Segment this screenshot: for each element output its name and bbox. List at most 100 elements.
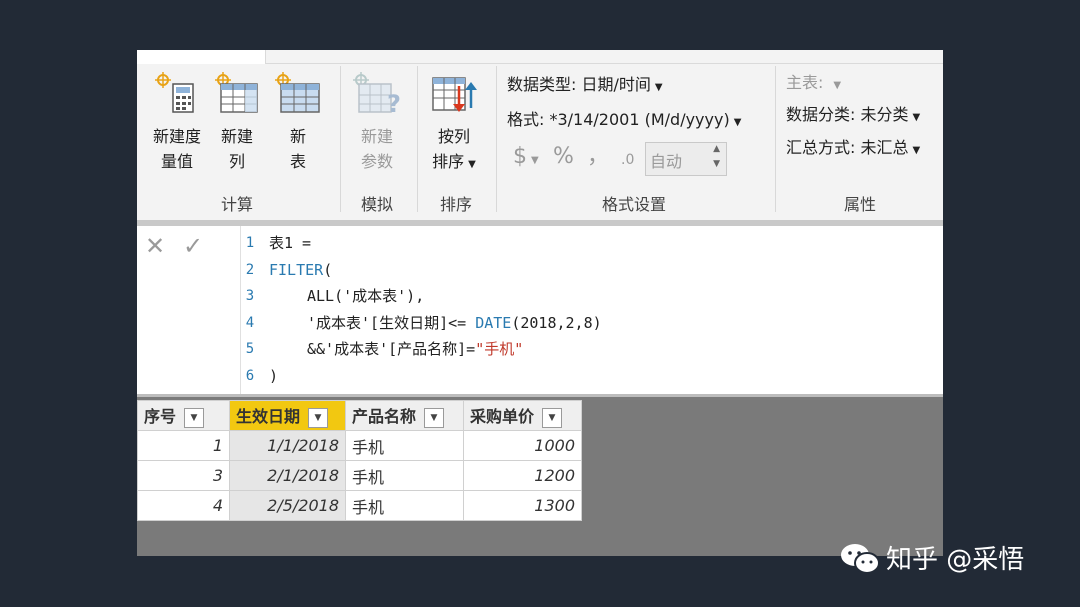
decimal-button[interactable]: .0 xyxy=(621,150,634,170)
data-type-dropdown[interactable]: 数据类型: 日期/时间 ▼ xyxy=(507,75,663,98)
data-category-dropdown[interactable]: 数据分类: 未分类 ▼ xyxy=(786,105,920,128)
ribbon-active-tab[interactable] xyxy=(137,50,266,64)
cell-effective-date[interactable]: 1/1/2018 xyxy=(229,430,346,461)
chevron-down-icon: ▼ xyxy=(912,112,921,123)
new-measure-label-2: 量值 xyxy=(160,152,193,171)
currency-button[interactable]: $ ▼ xyxy=(513,144,539,174)
new-table-icon xyxy=(275,72,320,113)
column-header-product-name[interactable]: 产品名称 ▼ xyxy=(345,400,464,431)
spinner-up-icon[interactable]: ▲ xyxy=(713,144,720,154)
chevron-down-icon: ▼ xyxy=(654,82,663,93)
filter-dropdown-icon[interactable]: ▼ xyxy=(424,407,445,428)
decimal-places-value: 自动 xyxy=(650,152,683,171)
commit-icon[interactable]: ✓ xyxy=(183,232,203,260)
code-function: FILTER xyxy=(269,260,324,279)
format-dropdown[interactable]: 格式: *3/14/2001 (M/d/yyyy) ▼ xyxy=(507,110,741,133)
formula-bar: ✕ ✓ 1 表1 = 2 FILTER( 3 ALL('成本表'), 4 '成本… xyxy=(137,226,943,394)
cell-effective-date[interactable]: 2/5/2018 xyxy=(229,490,346,521)
cell-effective-date[interactable]: 2/1/2018 xyxy=(229,460,346,491)
new-table-button[interactable]: 新 表 xyxy=(271,72,325,182)
group-label-whatif: 模拟 xyxy=(360,195,393,214)
cell-product-name[interactable]: 手机 xyxy=(345,430,464,461)
group-separator xyxy=(340,66,341,212)
percent-button[interactable]: % xyxy=(553,144,574,170)
data-category-label: 数据分类: 未分类 xyxy=(786,105,909,124)
code-segment: (2018,2,8) xyxy=(511,313,602,332)
code-text: '成本表'[生效日期]<= DATE(2018,2,8) xyxy=(307,310,602,337)
cell-unit-price[interactable]: 1200 xyxy=(463,460,582,491)
code-segment: &&'成本表'[产品名称]= xyxy=(307,340,476,358)
new-table-label-2: 表 xyxy=(289,152,306,171)
group-label-sort: 排序 xyxy=(439,195,472,214)
code-line: 4 '成本表'[生效日期]<= DATE(2018,2,8) xyxy=(241,310,941,337)
code-string: "手机" xyxy=(475,340,524,358)
table-row[interactable]: 1 1/1/2018 手机 1000 xyxy=(137,430,582,461)
column-header-label: 序号 xyxy=(144,407,177,427)
decimal-places-spinner[interactable]: 自动 ▲ ▼ xyxy=(645,142,727,176)
group-label-formatting: 格式设置 xyxy=(601,195,666,214)
code-paren: ( xyxy=(323,260,333,279)
ribbon: 新建度 量值 新建 列 新 表 计算 ? 新建 参数 模拟 按列 排序 ▼ 排序… xyxy=(137,50,943,220)
new-table-label-1: 新 xyxy=(289,127,306,146)
cell-unit-price[interactable]: 1300 xyxy=(463,490,582,521)
new-column-label-2: 列 xyxy=(228,152,245,171)
cell-product-name[interactable]: 手机 xyxy=(345,490,464,521)
table-row[interactable]: 4 2/5/2018 手机 1300 xyxy=(137,490,582,521)
cell-id[interactable]: 3 xyxy=(137,460,230,491)
home-table-dropdown[interactable]: 主表: ▼ xyxy=(786,73,841,96)
chevron-down-icon: ▼ xyxy=(912,145,921,156)
comma-button[interactable]: ， xyxy=(587,144,609,170)
new-parameter-icon: ? xyxy=(353,72,401,116)
comma-icon: ， xyxy=(587,144,610,169)
cell-id[interactable]: 1 xyxy=(137,430,230,461)
column-header-label: 产品名称 xyxy=(352,407,417,427)
group-separator xyxy=(417,66,418,212)
format-label: 格式: *3/14/2001 (M/d/yyyy) xyxy=(507,110,730,129)
code-line: 2 FILTER( xyxy=(241,257,941,284)
code-text: &&'成本表'[产品名称]="手机" xyxy=(307,336,523,363)
column-header-effective-date[interactable]: 生效日期 ▼ xyxy=(229,400,346,431)
group-label-properties: 属性 xyxy=(843,195,876,214)
dax-editor[interactable]: 1 表1 = 2 FILTER( 3 ALL('成本表'), 4 '成本表'[生… xyxy=(241,230,941,389)
column-header-unit-price[interactable]: 采购单价 ▼ xyxy=(463,400,582,431)
new-column-label-1: 新建 xyxy=(220,127,253,146)
cell-product-name[interactable]: 手机 xyxy=(345,460,464,491)
new-parameter-button[interactable]: ? 新建 参数 xyxy=(349,72,405,182)
column-header-label: 生效日期 xyxy=(236,407,301,427)
sort-by-column-label-2-text: 排序 xyxy=(432,152,465,171)
cell-unit-price[interactable]: 1000 xyxy=(463,430,582,461)
filter-dropdown-icon[interactable]: ▼ xyxy=(308,407,329,428)
formula-bar-border xyxy=(137,394,943,397)
percent-icon: % xyxy=(553,144,574,169)
code-function: DATE xyxy=(475,313,512,332)
table-header-row: 序号 ▼ 生效日期 ▼ 产品名称 ▼ 采购单价 ▼ xyxy=(137,400,582,431)
filter-dropdown-icon[interactable]: ▼ xyxy=(184,407,205,428)
new-column-icon xyxy=(215,72,258,113)
data-table: 序号 ▼ 生效日期 ▼ 产品名称 ▼ 采购单价 ▼ 1 1/1/2018 手机 1000… xyxy=(137,400,582,521)
spinner-down-icon[interactable]: ▼ xyxy=(713,159,720,169)
new-parameter-label-1: 新建 xyxy=(360,127,393,146)
data-type-label: 数据类型: 日期/时间 xyxy=(507,75,651,94)
line-number: 6 xyxy=(245,367,255,384)
watermark-text: 知乎 @采悟 xyxy=(886,545,1025,575)
column-header-id[interactable]: 序号 ▼ xyxy=(137,400,230,431)
cell-id[interactable]: 4 xyxy=(137,490,230,521)
sort-by-column-button[interactable]: 按列 排序 ▼ xyxy=(425,72,483,182)
line-number: 3 xyxy=(245,288,255,304)
cancel-icon[interactable]: ✕ xyxy=(145,232,165,260)
new-measure-label-1: 新建度 xyxy=(152,127,201,146)
summarize-label: 汇总方式: 未汇总 xyxy=(786,138,909,157)
new-column-button[interactable]: 新建 列 xyxy=(211,72,263,182)
chevron-down-icon: ▼ xyxy=(468,159,476,170)
code-line: 6 ) xyxy=(241,363,941,390)
table-row[interactable]: 3 2/1/2018 手机 1200 xyxy=(137,460,582,491)
new-measure-button[interactable]: 新建度 量值 xyxy=(145,72,209,182)
code-line: 3 ALL('成本表'), xyxy=(241,283,941,310)
new-parameter-label-2: 参数 xyxy=(360,152,393,171)
chevron-down-icon: ▼ xyxy=(531,155,539,166)
sort-by-column-label-1: 按列 xyxy=(437,127,470,146)
group-separator xyxy=(496,66,497,212)
summarize-dropdown[interactable]: 汇总方式: 未汇总 ▼ xyxy=(786,138,920,161)
filter-dropdown-icon[interactable]: ▼ xyxy=(542,407,563,428)
sort-by-column-label-2: 排序 ▼ xyxy=(425,149,483,177)
